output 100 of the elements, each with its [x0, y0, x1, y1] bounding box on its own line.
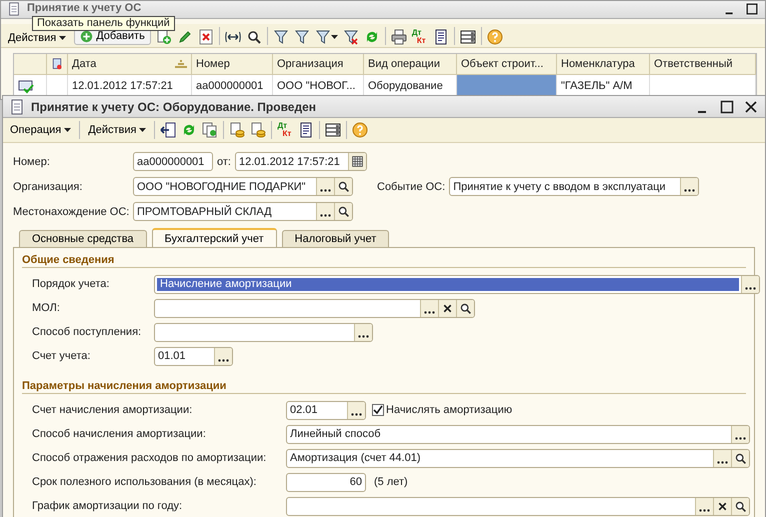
checkbox[interactable] [372, 404, 384, 416]
maximize-icon[interactable] [719, 98, 735, 114]
select-button[interactable] [680, 178, 698, 195]
column-header[interactable]: Номенклатура [557, 54, 650, 75]
column-header[interactable]: Объект строит... [457, 54, 557, 75]
open-button[interactable] [731, 498, 749, 514]
form-icon [9, 98, 25, 114]
field-label: Способ поступления: [32, 326, 142, 338]
table-cell: 12.01.2012 17:57:21 [68, 75, 192, 96]
input-field[interactable]: 12.01.2012 17:57:21 [234, 152, 367, 171]
copy-icon[interactable] [202, 122, 218, 138]
tab[interactable]: Бухгалтерский учет [152, 228, 277, 247]
ellipsis-icon [218, 358, 229, 362]
field-label: Способ отражения расходов по амортизации: [32, 452, 268, 464]
select-button[interactable] [316, 203, 334, 220]
input-field[interactable] [286, 496, 750, 516]
operation-menu[interactable]: Операция [7, 123, 74, 137]
select-button[interactable] [354, 324, 372, 340]
field-label: Организация: [13, 180, 84, 192]
select-button[interactable] [347, 402, 365, 418]
search-icon [337, 205, 350, 218]
document-icon[interactable] [432, 29, 449, 45]
ellipsis-icon [684, 189, 696, 192]
tab[interactable]: Основные средства [19, 230, 147, 247]
select-button[interactable] [713, 450, 731, 466]
filter-icon[interactable] [272, 29, 289, 45]
help-icon[interactable] [352, 122, 368, 138]
open-button[interactable] [334, 203, 352, 220]
caret-icon [330, 35, 338, 39]
input-field[interactable]: 60 [286, 472, 366, 492]
ellipsis-icon [735, 436, 746, 440]
exit-arrow-icon[interactable] [160, 122, 176, 138]
actions-menu[interactable]: Действия [85, 123, 150, 137]
input-field[interactable]: аа000000001 [133, 152, 213, 171]
ellipsis-icon [717, 460, 728, 464]
search-icon [734, 452, 747, 464]
input-field[interactable]: 01.01 [154, 346, 233, 366]
window-title: Принятие к учету ОС: Оборудование. Проведен [31, 100, 317, 114]
tooltip: Показать панель функций [32, 16, 175, 31]
input-field[interactable] [154, 298, 475, 318]
search-icon [337, 180, 350, 193]
ellipsis-icon [699, 508, 710, 512]
list-icon[interactable] [325, 122, 342, 138]
clear-button[interactable] [713, 498, 731, 514]
calendar-icon [350, 155, 364, 168]
input-field[interactable]: Амортизация (счет 44.01) [286, 448, 750, 468]
filter-clear-icon[interactable] [342, 29, 359, 45]
field-label: Срок полезного использования (в месяцах): [32, 476, 258, 488]
calendar-button[interactable] [348, 153, 366, 170]
open-button[interactable] [334, 178, 352, 195]
clear-button[interactable] [438, 300, 456, 316]
close-icon[interactable] [743, 98, 759, 114]
field-label: Местонахождение ОС: [13, 206, 130, 218]
select-button[interactable] [316, 178, 334, 195]
debit-credit-icon[interactable]: Дт Кт [277, 122, 294, 138]
column-header[interactable]: Номер [192, 54, 273, 75]
filter-icon[interactable] [314, 29, 331, 45]
input-field[interactable]: ООО "НОВОГОДНИЕ ПОДАРКИ" [133, 177, 353, 196]
coins-icon[interactable] [229, 122, 246, 138]
input-field[interactable]: 02.01 [286, 400, 366, 420]
arrows-icon[interactable] [224, 29, 241, 45]
ellipsis-icon [320, 189, 331, 192]
input-field[interactable]: Линейный способ [286, 424, 750, 444]
search-icon[interactable] [246, 29, 262, 45]
document-status-icon [51, 57, 63, 71]
column-header[interactable]: Вид операции [364, 54, 457, 75]
coins-icon[interactable] [250, 122, 266, 138]
column-header[interactable]: Ответственный [650, 54, 756, 75]
select-button[interactable] [731, 426, 749, 442]
section-title: Общие сведения [22, 252, 746, 268]
input-field[interactable]: ПРОМТОВАРНЫЙ СКЛАД [133, 202, 353, 221]
maximize-icon[interactable] [745, 2, 759, 16]
actions-menu[interactable]: Действия [5, 31, 70, 45]
field-label: Номер: [13, 156, 51, 168]
open-button[interactable] [456, 300, 474, 316]
field-label: Способ начисления амортизации: [32, 428, 207, 440]
help-icon[interactable] [486, 29, 503, 45]
column-header[interactable] [47, 54, 68, 75]
tab[interactable]: Налоговый учет [282, 230, 390, 247]
select-button[interactable] [695, 498, 713, 514]
ellipsis-icon [351, 412, 362, 416]
list-icon[interactable] [460, 29, 476, 45]
filter-icon[interactable] [294, 29, 310, 45]
field-label: График амортизации по году: [32, 500, 184, 512]
delete-icon[interactable] [198, 29, 214, 45]
input-field[interactable]: Начисление амортизации [154, 274, 760, 294]
debit-credit-icon[interactable]: Дт Кт [412, 29, 428, 45]
select-button[interactable] [420, 300, 438, 316]
open-button[interactable] [731, 450, 749, 466]
clear-icon [441, 302, 454, 314]
input-field[interactable] [154, 322, 373, 342]
column-header[interactable]: Дата [68, 54, 192, 75]
printer-icon[interactable] [390, 29, 407, 45]
column-header[interactable]: Организация [273, 54, 364, 75]
select-button[interactable] [214, 348, 232, 364]
pencil-icon[interactable] [176, 29, 193, 45]
document-icon[interactable] [298, 122, 314, 138]
field-label: Счет начисления амортизации: [32, 404, 194, 416]
input-field[interactable]: Принятие к учету с вводом в эксплуатаци [449, 177, 700, 196]
select-button[interactable] [741, 276, 759, 292]
